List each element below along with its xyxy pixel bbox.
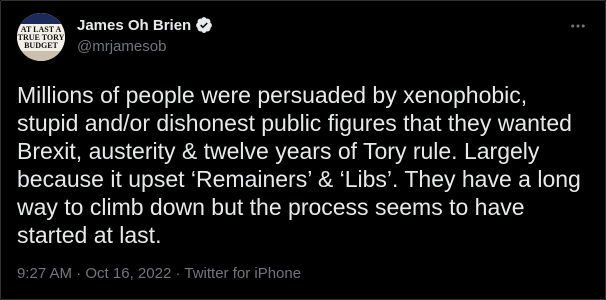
tweet-text-line: stupid and/or dishonest public figures t… [17, 110, 572, 136]
avatar-image: AT LAST A TRUE TORY BUDGET [17, 13, 65, 61]
tweet-source[interactable]: Twitter for iPhone [184, 265, 301, 282]
tweet-text-line: started at last. [17, 222, 162, 248]
tweet-date[interactable]: Oct 16, 2022 [85, 265, 171, 282]
more-options-icon[interactable] [567, 15, 589, 37]
author-display-name[interactable]: James Oh Brien [77, 17, 191, 34]
tweet-text-line: way to climb down but the process seems … [17, 194, 525, 220]
tweet-text-line: because it upset ‘Remainers’ & ‘Libs’. T… [17, 166, 581, 192]
avatar-text-line-3: BUDGET [24, 41, 58, 50]
meta-separator: · [171, 265, 185, 282]
tweet-text: Millions of people were persuaded by xen… [17, 81, 585, 249]
avatar[interactable]: AT LAST A TRUE TORY BUDGET [17, 13, 65, 61]
verified-badge-icon [195, 16, 213, 34]
tweet-card: AT LAST A TRUE TORY BUDGET James Oh Brie… [0, 0, 606, 300]
tweet-text-line: Millions of people were persuaded by xen… [17, 82, 528, 108]
meta-separator: · [72, 265, 86, 282]
tweet-meta: 9:27 AM · Oct 16, 2022 · Twitter for iPh… [17, 265, 301, 282]
tweet-text-line: Brexit, austerity & twelve years of Tory… [17, 138, 540, 164]
tweet-time[interactable]: 9:27 AM [17, 265, 72, 282]
author-handle[interactable]: @mrjamesob [77, 38, 166, 55]
author-name-row: James Oh Brien [77, 16, 213, 34]
